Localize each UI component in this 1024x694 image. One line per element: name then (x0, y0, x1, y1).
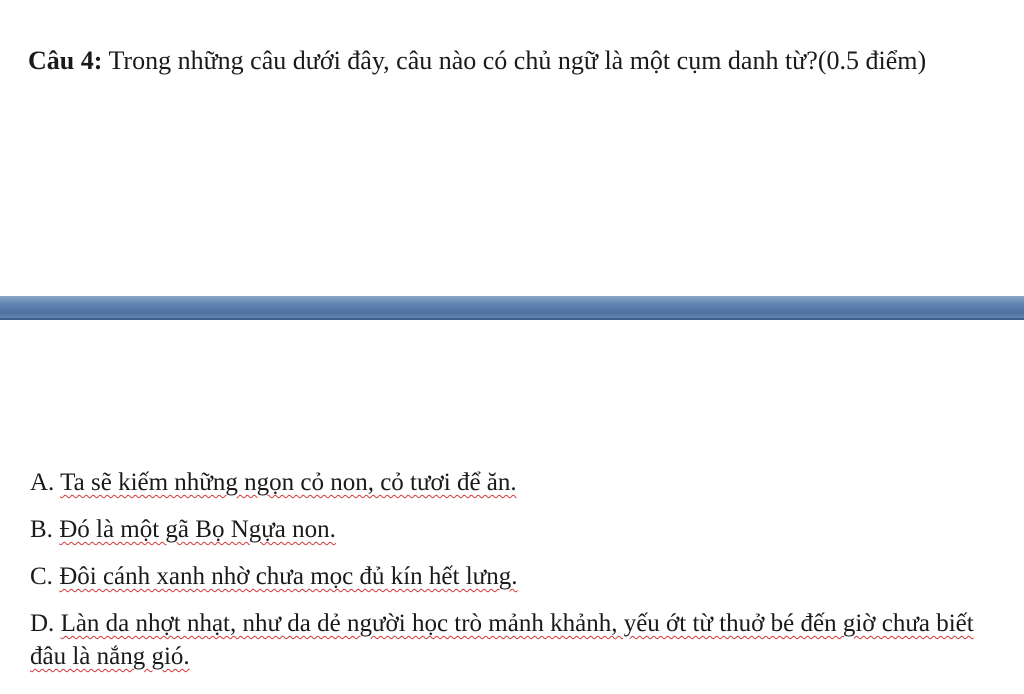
answer-option-c-text: Đôi cánh xanh nhờ chưa mọc đủ kín hết lư… (59, 563, 518, 590)
answer-option-a: A. Ta sẽ kiếm những ngọn cỏ non, cỏ tươi… (30, 466, 1010, 499)
answer-option-b-text: Đó là một gã Bọ Ngựa non. (59, 516, 336, 543)
answer-option-a-text: Ta sẽ kiếm những ngọn cỏ non, cỏ tươi để… (60, 469, 517, 496)
answer-option-c-letter: C. (30, 563, 53, 590)
answer-option-a-letter: A. (30, 469, 55, 496)
answer-option-b-letter: B. (30, 516, 53, 543)
document-page-top: Câu 4: Trong những câu dưới đây, câu nào… (0, 0, 1024, 296)
answer-option-c: C. Đôi cánh xanh nhờ chưa mọc đủ kín hết… (30, 560, 1010, 593)
answer-option-d-letter: D. (30, 610, 55, 637)
question-text: Trong những câu dưới đây, câu nào có chủ… (108, 46, 927, 75)
question-label: Câu 4: (28, 46, 103, 75)
question-paragraph: Câu 4: Trong những câu dưới đây, câu nào… (28, 42, 1008, 79)
answer-options: A. Ta sẽ kiếm những ngọn cỏ non, cỏ tươi… (30, 466, 1010, 673)
answer-option-d-text: Làn da nhợt nhạt, như da dẻ người học tr… (30, 610, 974, 670)
page-separator-bar (0, 296, 1024, 320)
answer-option-d: D. Làn da nhợt nhạt, như da dẻ người học… (30, 607, 1010, 673)
answer-option-b: B. Đó là một gã Bọ Ngựa non. (30, 513, 1010, 546)
